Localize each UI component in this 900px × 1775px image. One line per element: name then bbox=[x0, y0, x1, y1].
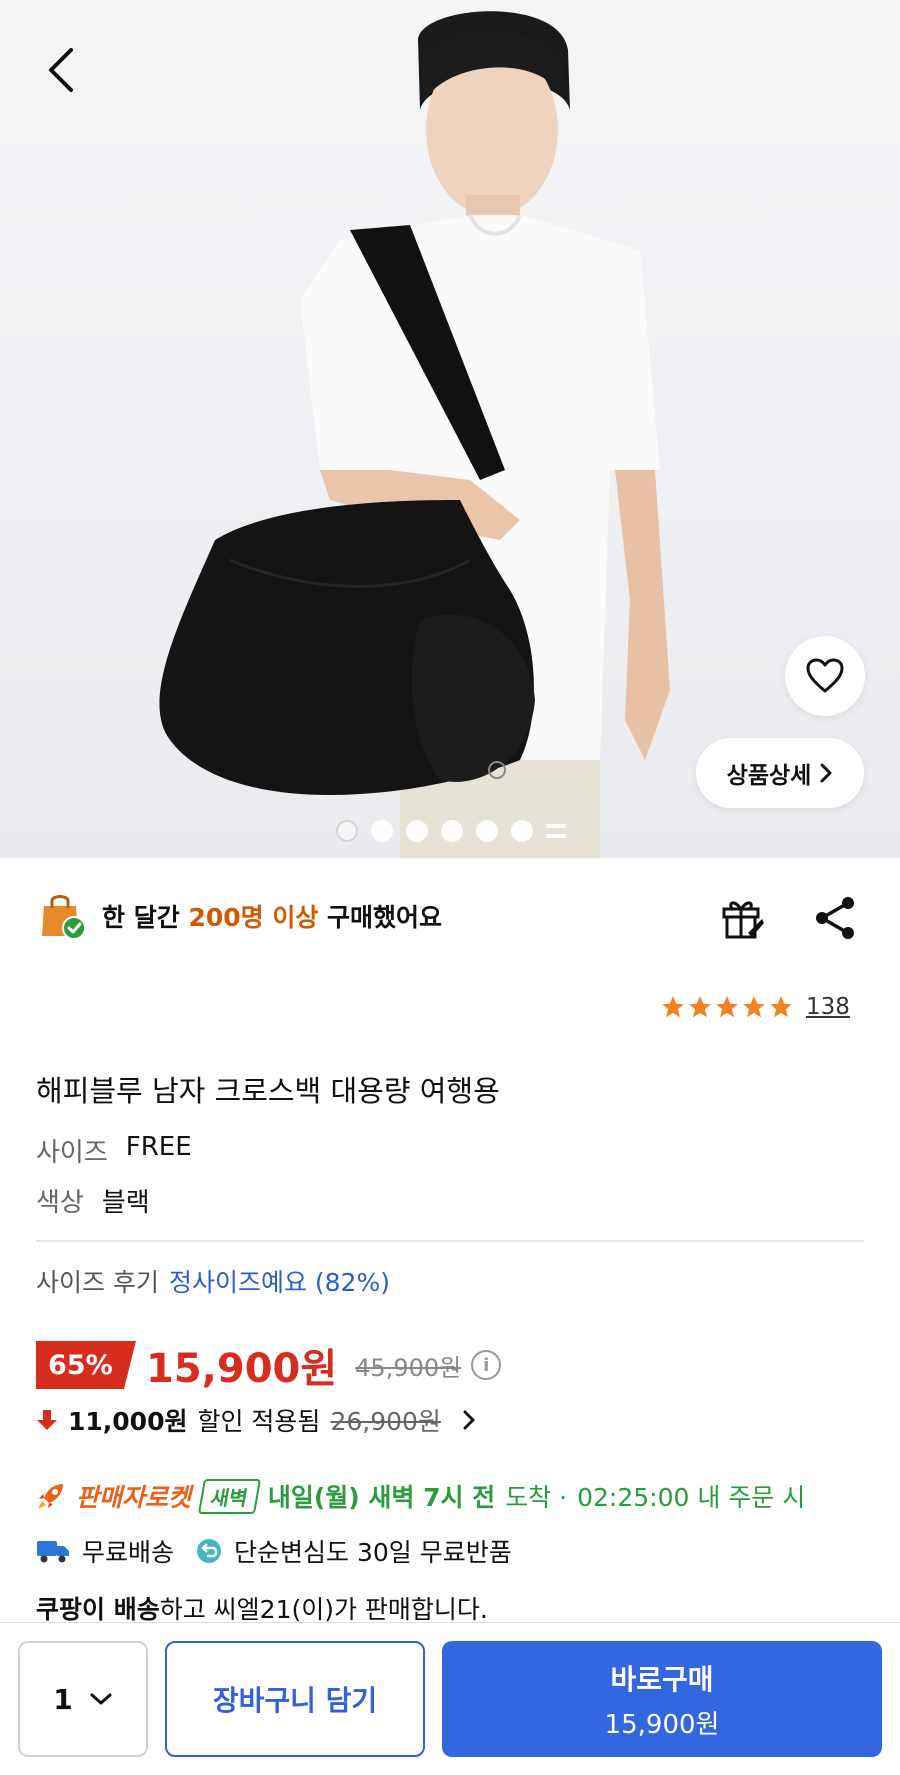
star-icon bbox=[689, 996, 711, 1018]
option-value: FREE bbox=[125, 1132, 192, 1162]
product-photo bbox=[159, 11, 670, 858]
free-shipping-label: 무료배송 bbox=[82, 1538, 175, 1567]
seller-bold: 쿠팡이 배송 bbox=[36, 1595, 160, 1624]
option-size: 사이즈 FREE bbox=[36, 1132, 192, 1169]
wishlist-button[interactable] bbox=[785, 636, 865, 716]
truck-icon bbox=[37, 1541, 69, 1563]
purchase-prefix: 한 달간 bbox=[102, 903, 180, 932]
arrival-word: 도착 · bbox=[505, 1483, 568, 1512]
star-icon bbox=[743, 996, 765, 1018]
dawn-badge: 새벽 bbox=[197, 1478, 261, 1514]
share-button[interactable] bbox=[810, 893, 860, 943]
star-icon bbox=[662, 996, 684, 1018]
arrival-time: 내일(월) 새벽 7시 전 bbox=[267, 1483, 496, 1512]
chevron-left-icon bbox=[49, 48, 73, 92]
size-review[interactable]: 사이즈 후기 정사이즈예요 (82%) bbox=[36, 1263, 390, 1299]
product-detail-button[interactable]: 상품상세 bbox=[696, 738, 864, 808]
buy-now-price: 15,900원 bbox=[604, 1709, 720, 1740]
buy-now-label: 바로구매 bbox=[610, 1662, 714, 1696]
star-icon bbox=[770, 996, 792, 1018]
seller-rest: 하고 씨엘21(이)가 판매합니다. bbox=[159, 1595, 488, 1624]
bottom-action-bar: 1 장바구니 담기 바로구매 15,900원 bbox=[0, 1622, 900, 1775]
coupon-was-price: 26,900원 bbox=[330, 1407, 441, 1436]
return-icon bbox=[197, 1539, 222, 1563]
gift-button[interactable] bbox=[718, 893, 768, 943]
add-to-cart-button[interactable]: 장바구니 담기 bbox=[165, 1641, 425, 1757]
price-row: 65% 15,900원 45,900원 i bbox=[36, 1336, 502, 1394]
purchase-count-banner: 한 달간 200명 이상 구매했어요 bbox=[36, 890, 442, 942]
rocket-delivery-row: 판매자로켓 새벽 내일(월) 새벽 7시 전 도착 · 02:25:00 내 주… bbox=[36, 1478, 805, 1514]
back-button[interactable] bbox=[28, 30, 92, 110]
rating-stars bbox=[660, 994, 794, 1020]
heart-icon bbox=[806, 658, 844, 693]
divider bbox=[36, 1240, 864, 1242]
free-return-label: 단순변심도 30일 무료반품 bbox=[234, 1538, 512, 1567]
option-color: 색상 블랙 bbox=[36, 1182, 150, 1219]
share-icon bbox=[816, 897, 854, 939]
arrow-down-icon bbox=[37, 1410, 57, 1430]
original-price: 45,900원 bbox=[355, 1353, 462, 1382]
carousel-indicator bbox=[336, 820, 566, 842]
add-to-cart-label: 장바구니 담기 bbox=[212, 1684, 378, 1717]
coupon-amount: 11,000원 bbox=[68, 1407, 188, 1436]
carousel-dot[interactable] bbox=[476, 820, 498, 842]
shipping-row: 무료배송 단순변심도 30일 무료반품 bbox=[36, 1533, 512, 1569]
seller-info: 쿠팡이 배송하고 씨엘21(이)가 판매합니다. bbox=[36, 1590, 488, 1626]
review-count-link[interactable]: 138 bbox=[806, 994, 850, 1020]
product-hero-image[interactable]: 상품상세 bbox=[0, 0, 900, 858]
shopping-bag-check-icon bbox=[42, 895, 86, 940]
rocket-icon bbox=[38, 1484, 63, 1509]
coupon-text: 할인 적용됨 bbox=[197, 1407, 321, 1436]
discount-badge: 65% bbox=[36, 1341, 136, 1389]
rocket-label: 판매자로켓 bbox=[76, 1483, 192, 1512]
purchase-suffix: 구매했어요 bbox=[327, 903, 443, 932]
option-key: 색상 bbox=[36, 1188, 84, 1218]
star-icon bbox=[716, 996, 738, 1018]
carousel-dot[interactable] bbox=[371, 820, 393, 842]
option-value: 블랙 bbox=[101, 1188, 150, 1218]
carousel-more-icon bbox=[546, 824, 566, 838]
sale-price: 15,900원 bbox=[146, 1346, 338, 1392]
gift-rocket-icon bbox=[722, 901, 764, 939]
size-review-value[interactable]: 정사이즈예요 (82%) bbox=[169, 1263, 390, 1299]
carousel-dot[interactable] bbox=[336, 820, 358, 842]
rating-summary[interactable]: 138 bbox=[660, 994, 850, 1020]
size-review-label: 사이즈 후기 bbox=[36, 1268, 159, 1297]
option-key: 사이즈 bbox=[36, 1138, 108, 1168]
buy-now-button[interactable]: 바로구매 15,900원 bbox=[442, 1641, 882, 1757]
product-title: 해피블루 남자 크로스백 대용량 여행용 bbox=[36, 1074, 500, 1108]
info-icon[interactable]: i bbox=[471, 1350, 502, 1380]
carousel-dot[interactable] bbox=[406, 820, 428, 842]
quantity-select[interactable]: 1 bbox=[18, 1641, 148, 1757]
product-detail-label: 상품상세 bbox=[726, 763, 812, 789]
chevron-right-icon bbox=[820, 763, 832, 783]
carousel-dot[interactable] bbox=[441, 820, 463, 842]
purchase-highlight: 200명 이상 bbox=[188, 903, 319, 932]
order-deadline: 02:25:00 내 주문 시 bbox=[577, 1483, 806, 1512]
chevron-right-icon bbox=[463, 1410, 475, 1430]
coupon-discount-row[interactable]: 11,000원 할인 적용됨 26,900원 bbox=[36, 1402, 477, 1438]
carousel-dot[interactable] bbox=[511, 820, 533, 842]
chevron-down-icon bbox=[90, 1693, 112, 1705]
quantity-value: 1 bbox=[53, 1682, 73, 1716]
